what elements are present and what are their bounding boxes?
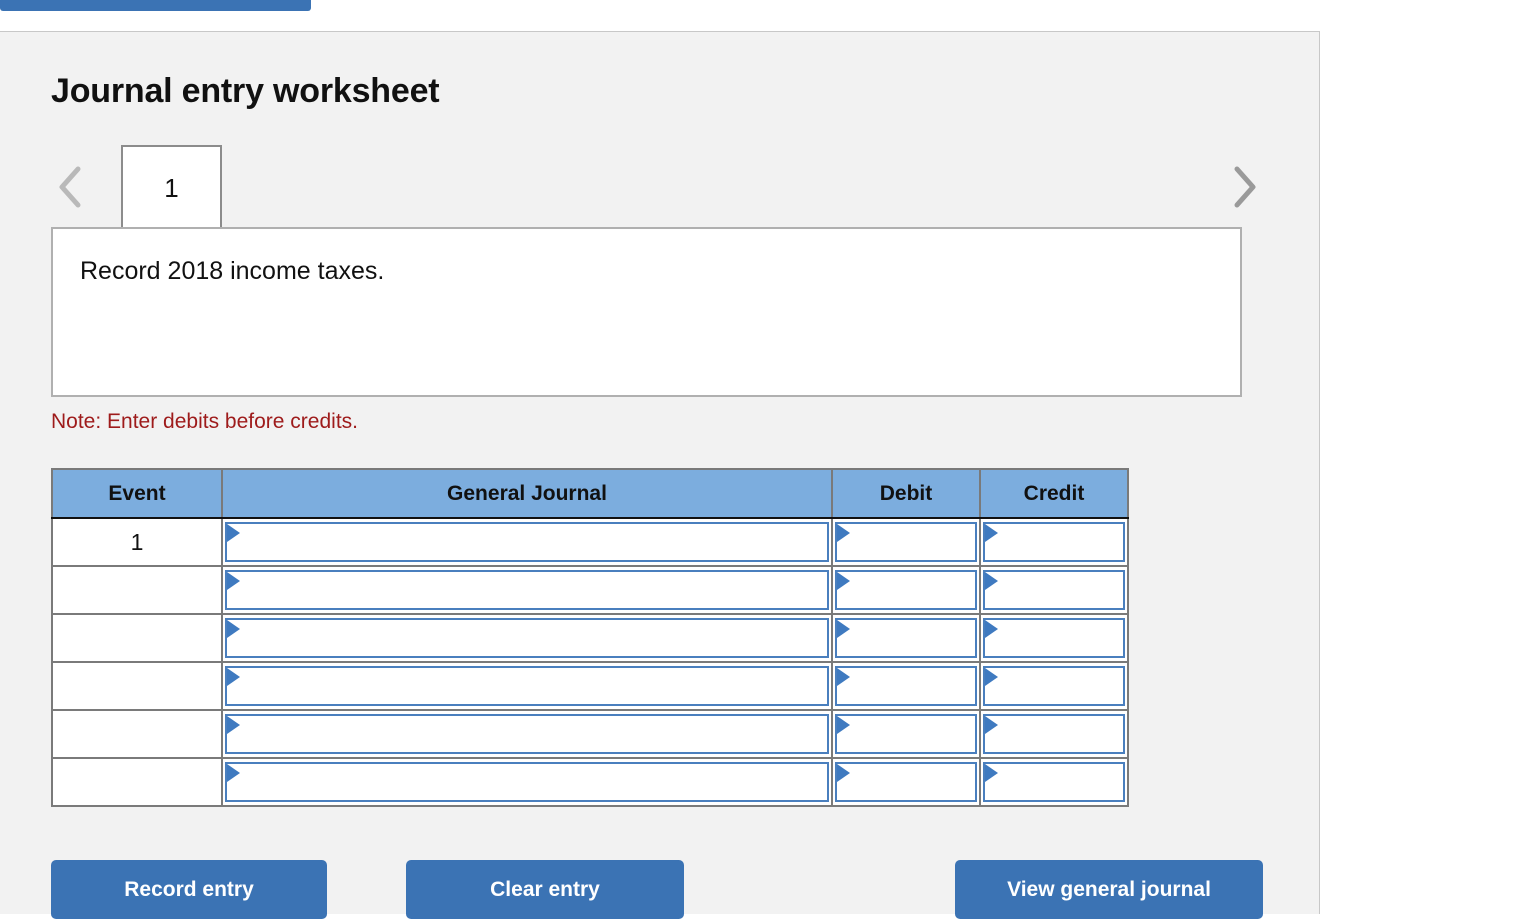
general-journal-cell [221, 517, 833, 567]
debit-input[interactable] [835, 714, 977, 754]
event-number-cell: 1 [51, 517, 223, 567]
credit-input[interactable] [983, 762, 1125, 802]
credit-cell [979, 613, 1129, 663]
event-number-cell [51, 613, 223, 663]
view-general-journal-button[interactable]: View general journal [955, 860, 1263, 919]
dropdown-arrow-icon [227, 764, 240, 782]
table-row: 1 [51, 517, 1129, 567]
credit-input[interactable] [983, 618, 1125, 658]
debit-cell [831, 757, 981, 807]
record-entry-button[interactable]: Record entry [51, 860, 327, 919]
debit-input[interactable] [835, 618, 977, 658]
dropdown-arrow-icon [227, 572, 240, 590]
debit-cell [831, 661, 981, 711]
credit-cell [979, 661, 1129, 711]
tab-strip: 1 [51, 145, 1264, 229]
credit-cell [979, 517, 1129, 567]
debit-input[interactable] [835, 666, 977, 706]
debit-input[interactable] [835, 570, 977, 610]
dropdown-arrow-icon [985, 668, 998, 686]
dropdown-arrow-icon [985, 764, 998, 782]
credit-cell [979, 757, 1129, 807]
credit-input[interactable] [983, 570, 1125, 610]
dropdown-arrow-icon [837, 716, 850, 734]
table-row [51, 709, 1129, 759]
credit-cell [979, 709, 1129, 759]
dropdown-arrow-icon [985, 620, 998, 638]
debit-input[interactable] [835, 522, 977, 562]
general-journal-cell [221, 565, 833, 615]
column-header-event: Event [51, 468, 223, 519]
dropdown-arrow-icon [227, 620, 240, 638]
dropdown-arrow-icon [837, 620, 850, 638]
general-journal-select[interactable] [225, 570, 829, 610]
credit-input[interactable] [983, 714, 1125, 754]
journal-entry-worksheet-panel: Journal entry worksheet 1 Record 2018 in… [0, 31, 1320, 919]
credit-input[interactable] [983, 666, 1125, 706]
general-journal-cell [221, 661, 833, 711]
dropdown-arrow-icon [227, 716, 240, 734]
event-number-cell [51, 709, 223, 759]
credit-cell [979, 565, 1129, 615]
page-title: Journal entry worksheet [51, 72, 440, 110]
general-journal-cell [221, 613, 833, 663]
entry-description-box: Record 2018 income taxes. [51, 227, 1242, 397]
general-journal-select[interactable] [225, 762, 829, 802]
dropdown-arrow-icon [837, 668, 850, 686]
entry-description-text: Record 2018 income taxes. [80, 257, 385, 285]
table-row [51, 613, 1129, 663]
next-entry-button[interactable] [1224, 159, 1264, 215]
dropdown-arrow-icon [227, 524, 240, 542]
debits-before-credits-note: Note: Enter debits before credits. [51, 410, 358, 433]
dropdown-arrow-icon [837, 764, 850, 782]
dropdown-arrow-icon [227, 668, 240, 686]
dropdown-arrow-icon [837, 572, 850, 590]
table-header-row: Event General Journal Debit Credit [51, 468, 1129, 519]
event-number-cell [51, 757, 223, 807]
table-body: 1 [51, 517, 1129, 807]
progress-bar [0, 0, 311, 11]
column-header-general-journal: General Journal [221, 468, 833, 519]
event-number-cell [51, 565, 223, 615]
general-journal-select[interactable] [225, 714, 829, 754]
general-journal-select[interactable] [225, 666, 829, 706]
debit-cell [831, 565, 981, 615]
general-journal-cell [221, 709, 833, 759]
tab-label: 1 [164, 172, 179, 203]
tab-entry-1[interactable]: 1 [121, 145, 222, 229]
table-row [51, 757, 1129, 807]
general-journal-select[interactable] [225, 522, 829, 562]
general-journal-cell [221, 757, 833, 807]
column-header-credit: Credit [979, 468, 1129, 519]
column-header-debit: Debit [831, 468, 981, 519]
debit-input[interactable] [835, 762, 977, 802]
table-row [51, 661, 1129, 711]
clear-entry-button[interactable]: Clear entry [406, 860, 684, 919]
chevron-right-icon [1224, 159, 1264, 215]
debit-cell [831, 709, 981, 759]
chevron-left-icon [51, 159, 91, 215]
debit-cell [831, 613, 981, 663]
dropdown-arrow-icon [837, 524, 850, 542]
event-number-cell [51, 661, 223, 711]
table-row [51, 565, 1129, 615]
previous-entry-button[interactable] [51, 159, 91, 215]
dropdown-arrow-icon [985, 716, 998, 734]
dropdown-arrow-icon [985, 524, 998, 542]
debit-cell [831, 517, 981, 567]
dropdown-arrow-icon [985, 572, 998, 590]
credit-input[interactable] [983, 522, 1125, 562]
journal-entry-table: Event General Journal Debit Credit 1 [51, 468, 1129, 807]
general-journal-select[interactable] [225, 618, 829, 658]
